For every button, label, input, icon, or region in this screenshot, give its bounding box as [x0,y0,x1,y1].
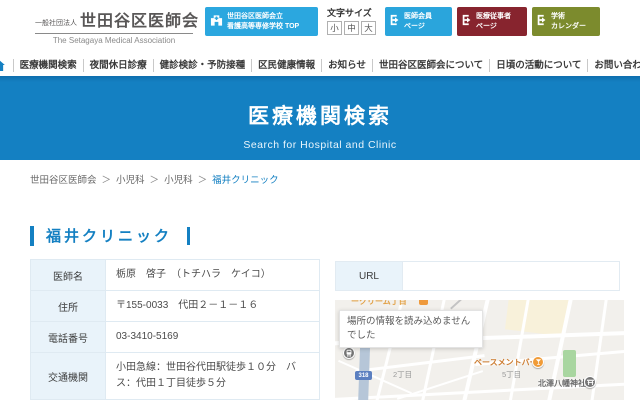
org-name: 世田谷区医師会 [80,13,200,30]
font-size-medium-button[interactable]: 中 [344,21,359,35]
row-value: 03-3410-5169 [106,322,319,352]
url-row: URL [335,261,620,291]
school-button-line1: 世田谷区医師会立 [227,13,283,21]
main-nav: 医療機関検索 夜間休日診療 健診検診・予防接種 区民健康情報 お知らせ 世田谷区… [0,54,640,76]
breadcrumb: 世田谷区医師会 ＞ 小児科 ＞ 小児科 ＞ 福井クリニック [30,172,279,186]
map-error-infowindow: 場所の情報を読み込めませんでした [339,310,483,348]
hero-banner: 医療機関検索 Search for Hospital and Clinic [0,76,640,160]
home-icon[interactable] [0,59,13,71]
clinic-heading: 福井クリニック [30,225,191,246]
url-value [403,262,619,290]
table-row-address: 住所 〒155-0033 代田２－１－１６ [30,291,320,322]
site-logo[interactable]: 一般社団法人 世田谷区医師会 The Setagaya Medical Asso… [35,7,198,45]
member-page-button[interactable]: 医師会員 ページ [385,7,452,36]
station-marker-icon[interactable] [343,347,355,359]
breadcrumb-separator: ＞ [149,175,160,186]
breadcrumb-separator: ＞ [197,175,208,186]
table-row-transport: 交通機関 小田急線：世田谷代田駅徒歩１０分 バス：代田１丁目徒歩５分 [30,353,320,400]
text-cursor [187,226,191,245]
login-icon [536,13,548,31]
url-label: URL [336,262,403,290]
org-type-label: 一般社団法人 [35,20,77,27]
school-button-line2: 看護高等専修学校 TOP [227,22,300,30]
nav-item-search[interactable]: 医療機関検索 [12,58,83,72]
map-label-district2: 2丁目 [393,370,413,379]
calendar-button-line2: カレンダー [551,22,586,30]
clinic-name: 福井クリニック [46,228,173,245]
map-park [563,350,576,377]
login-icon [389,13,401,31]
font-size-control: 文字サイズ 小 中 大 [327,6,379,35]
row-value: 〒155-0033 代田２－１－１６ [106,291,319,321]
nursing-school-button[interactable]: 世田谷区医師会立 看護高等専修学校 TOP [205,7,318,36]
clinic-info-table: 医師名 栃原 啓子 （トチハラ ケイコ） 住所 〒155-0033 代田２－１－… [30,259,320,400]
bar-marker-icon[interactable] [532,356,544,368]
academic-calendar-button[interactable]: 学術 カレンダー [532,7,600,36]
page-subtitle: Search for Hospital and Clinic [243,139,397,151]
map-partial-poi-label: ークリーム丁目 [351,300,407,306]
medical-worker-page-button[interactable]: 医療従事者 ページ [457,7,527,36]
font-size-large-button[interactable]: 大 [361,21,376,35]
nav-item-contact[interactable]: お問い合わせ [587,58,640,72]
breadcrumb-separator: ＞ [101,175,112,186]
map-road [355,354,485,373]
shrine-marker-icon[interactable] [584,376,596,388]
breadcrumb-home[interactable]: 世田谷区医師会 [30,172,97,186]
row-label: 住所 [31,291,106,321]
nav-item-news[interactable]: お知らせ [321,58,372,72]
login-icon [461,13,473,31]
row-label: 電話番号 [31,322,106,352]
font-size-label: 文字サイズ [327,8,372,18]
breadcrumb-current: 福井クリニック [212,175,279,186]
table-row-phone: 電話番号 03-3410-5169 [30,322,320,353]
map-label-district5: 5丁目 [502,370,522,379]
map-label-bar: ベースメントバー [474,358,538,367]
hospital-icon [210,13,223,31]
row-value: 小田急線：世田谷代田駅徒歩１０分 バス：代田１丁目徒歩５分 [106,353,319,399]
nav-item-activities[interactable]: 日頃の活動について [489,58,587,72]
breadcrumb-subcategory[interactable]: 小児科 [164,172,193,186]
worker-button-line1: 医療従事者 [476,13,511,21]
row-value: 栃原 啓子 （トチハラ ケイコ） [106,260,319,290]
google-map[interactable]: 318 ークリーム丁目 2丁目 ベースメントバー 5丁目 北澤八幡神社 場所の情… [335,300,624,400]
map-partial-poi-icon [419,300,428,305]
map-area-block [504,300,570,337]
row-label: 交通機関 [31,353,106,399]
map-label-shrine: 北澤八幡神社 [538,379,586,388]
page: 一般社団法人 世田谷区医師会 The Setagaya Medical Asso… [0,0,640,400]
nav-item-health-info[interactable]: 区民健康情報 [251,58,321,72]
font-size-small-button[interactable]: 小 [327,21,342,35]
calendar-button-line1: 学術 [551,13,565,21]
row-label: 医師名 [31,260,106,290]
member-button-line1: 医師会員 [404,13,432,21]
table-row-doctor: 医師名 栃原 啓子 （トチハラ ケイコ） [30,260,320,291]
member-button-line2: ページ [404,22,425,30]
nav-item-about[interactable]: 世田谷区医師会について [371,58,489,72]
worker-button-line2: ページ [476,22,497,30]
breadcrumb-category[interactable]: 小児科 [116,172,145,186]
org-name-english: The Setagaya Medical Association [52,36,176,45]
infowindow-tail [450,300,462,310]
page-title: 医療機関検索 [248,105,392,128]
nav-item-night-holiday[interactable]: 夜間休日診療 [82,58,153,72]
route-number-badge: 318 [355,371,372,380]
nav-item-checkup[interactable]: 健診検診・予防接種 [152,58,252,72]
heading-accent-bar [30,225,34,246]
